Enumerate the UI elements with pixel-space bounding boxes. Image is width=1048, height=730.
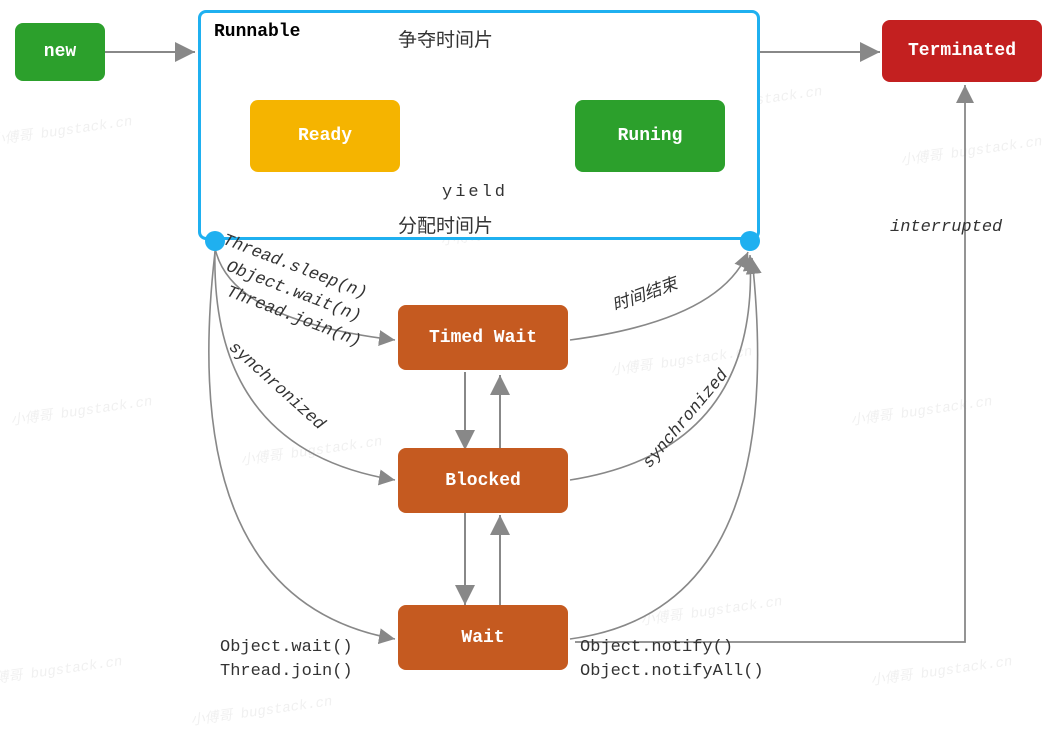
state-terminated: Terminated — [882, 20, 1042, 82]
label-object-notify: Object.notify() — [580, 638, 733, 657]
label-object-wait: Object.wait() — [220, 638, 353, 657]
connector-dot-right — [740, 231, 760, 251]
state-timed-wait: Timed Wait — [398, 305, 568, 370]
watermark: 小傅哥 bugstack.cn — [609, 340, 753, 380]
state-running: Runing — [575, 100, 725, 172]
watermark: 小傅哥 bugstack.cn — [869, 650, 1013, 690]
watermark: 小傅哥 bugstack.cn — [0, 650, 124, 690]
watermark: 小傅哥 bugstack.cn — [899, 130, 1043, 170]
label-object-notifyAll: Object.notifyAll() — [580, 662, 764, 681]
watermark: 小傅哥 bugstack.cn — [9, 390, 153, 430]
runnable-title: Runnable — [214, 22, 300, 42]
watermark: 小傅哥 bugstack.cn — [849, 390, 993, 430]
watermark: 小傅哥 bugstack.cn — [639, 590, 783, 630]
label-yield: yield — [442, 183, 508, 202]
label-thread-join: Thread.join() — [220, 662, 353, 681]
watermark: 小傅哥 bugstack.cn — [0, 110, 134, 150]
watermark: 小傅哥 bugstack.cn — [239, 430, 383, 470]
state-wait: Wait — [398, 605, 568, 670]
state-blocked: Blocked — [398, 448, 568, 513]
label-alloc-slice: 分配时间片 — [398, 211, 493, 238]
label-time-over: 时间结束 — [608, 269, 680, 316]
label-synchronized-left: synchronized — [224, 338, 328, 434]
label-compete-slice: 争夺时间片 — [398, 25, 493, 52]
watermark: 小傅哥 bugstack.cn — [189, 690, 333, 730]
label-interrupted: interrupted — [890, 218, 1002, 237]
state-new: new — [15, 23, 105, 81]
state-ready: Ready — [250, 100, 400, 172]
label-synchronized-right: synchronized — [640, 367, 733, 473]
